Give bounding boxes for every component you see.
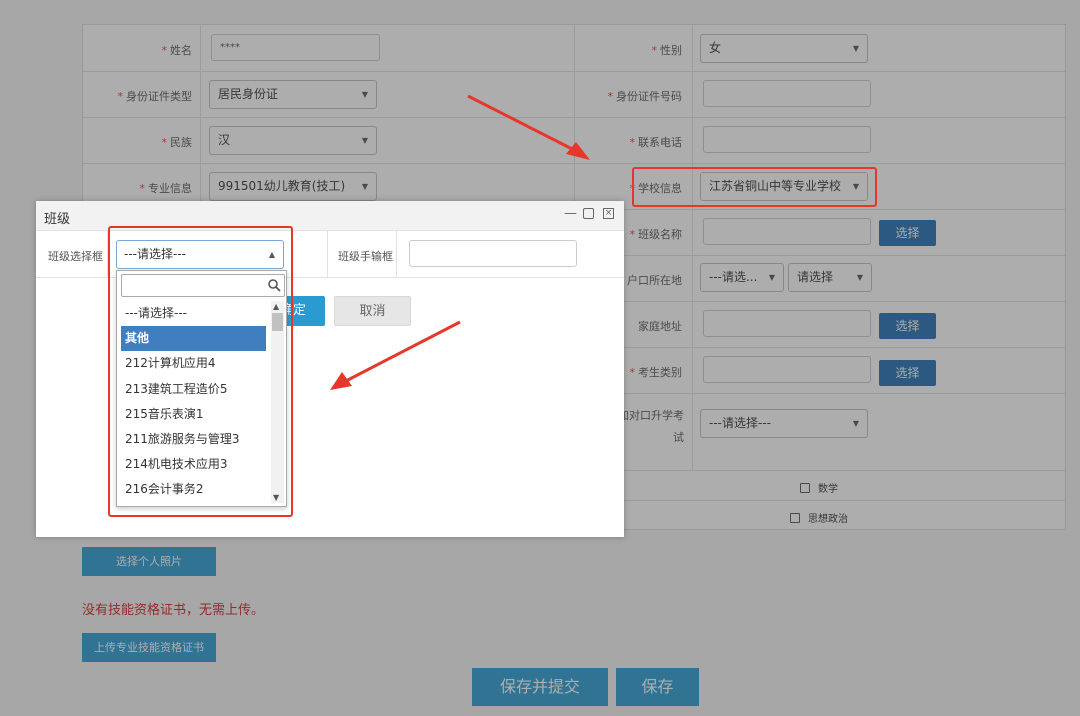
dialog-title: 班级 (44, 212, 71, 227)
class-input-label: 班级手输框 (338, 250, 393, 263)
maximize-icon[interactable] (583, 208, 594, 219)
class-select-label: 班级选择框 (48, 250, 103, 263)
cancel-button[interactable]: 取消 (334, 296, 411, 326)
annotation-box-school (632, 167, 877, 207)
minimize-icon[interactable]: — (564, 206, 577, 221)
col-divider (396, 231, 397, 278)
col-divider (327, 231, 328, 278)
annotation-box-dropdown (108, 226, 293, 517)
close-icon[interactable]: × (603, 208, 614, 219)
class-input[interactable] (409, 240, 577, 267)
